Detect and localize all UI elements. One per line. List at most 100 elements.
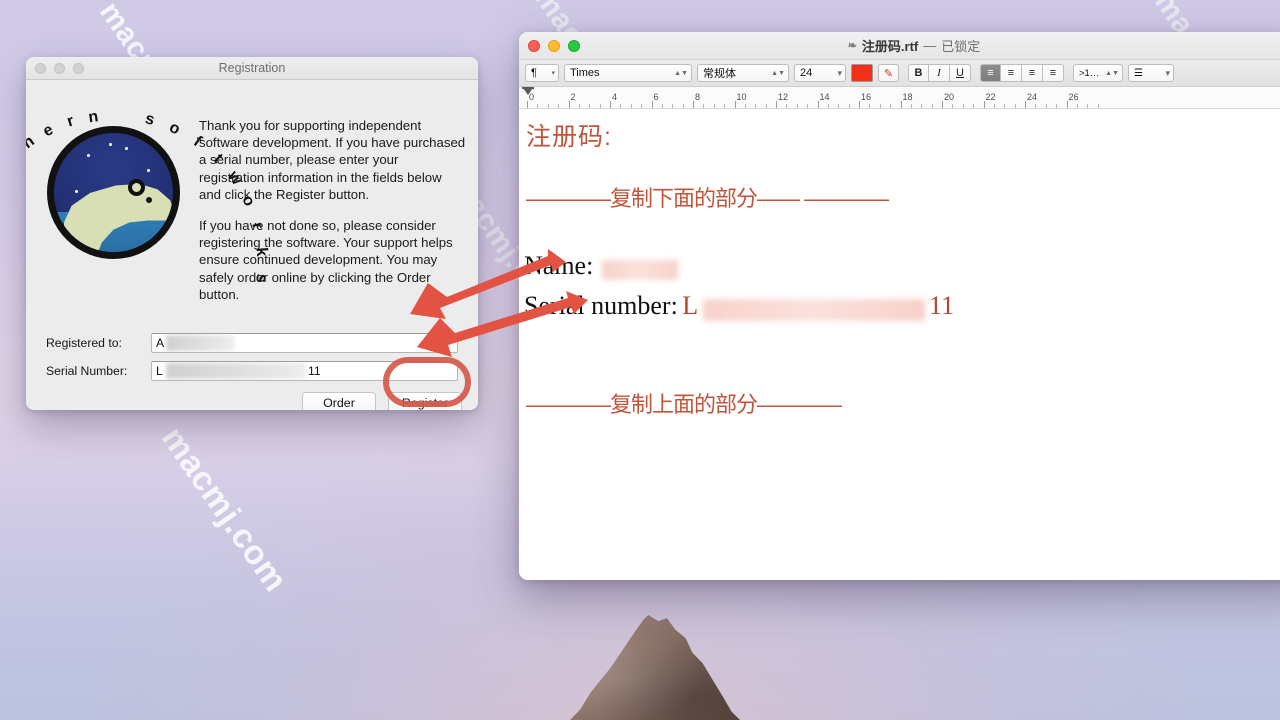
redacted-serial-value — [702, 298, 925, 321]
registered-to-row: Registered to: A — [46, 333, 458, 353]
ruler-tick-major — [1025, 101, 1026, 108]
ruler-tick-minor — [838, 104, 840, 108]
desktop: macmj.com macmj.com macmj.com macmj.com … — [0, 0, 1280, 720]
ruler-tick-label: 20 — [944, 92, 955, 102]
serial-number-input[interactable]: L 11 — [151, 361, 458, 381]
logo-letter: s — [143, 110, 157, 130]
ruler-tick-minor — [1087, 104, 1089, 108]
ruler-tick-major — [776, 101, 777, 108]
ruler-tick-minor — [755, 104, 757, 108]
ruler-tick-minor — [807, 104, 809, 108]
doc-separator-top: ————复制下面的部分—— ———— — [526, 186, 889, 211]
font-family-popup[interactable]: Times ▲▼ — [564, 64, 692, 82]
doc-serial-prefix: L — [682, 291, 699, 320]
ruler-tick-minor — [1076, 104, 1078, 108]
stepper-icon: ▲▼ — [674, 69, 688, 77]
ruler-tick-minor — [962, 104, 964, 108]
serial-number-label: Serial Number: — [46, 364, 128, 378]
align-center-button[interactable]: ≡ — [1001, 64, 1022, 82]
paragraph-icon: ¶ — [531, 67, 537, 79]
ruler-tick-minor — [921, 104, 923, 108]
registration-titlebar[interactable]: Registration — [26, 57, 478, 80]
registered-to-input[interactable]: A — [151, 333, 458, 353]
title-separator: — — [923, 38, 937, 53]
ruler-tick-minor — [641, 104, 643, 108]
doc-serial-suffix: 11 — [929, 291, 955, 320]
chevron-down-icon: ▾ — [551, 69, 555, 77]
ruler-tick-minor — [703, 104, 705, 108]
document-icon: ❧ — [847, 40, 857, 52]
ruler-tick-label: 22 — [985, 92, 996, 102]
ruler-tick-minor — [620, 104, 622, 108]
chevron-down-icon: ▾ — [1165, 67, 1170, 78]
ruler-tick-minor — [869, 104, 871, 108]
document-page[interactable]: 注册码: ————复制下面的部分—— ———— Name: Serial num… — [519, 109, 1280, 580]
list-popup[interactable]: ☰ ▾ — [1128, 64, 1174, 82]
ruler-tick-minor — [786, 104, 788, 108]
ruler-tick-minor — [599, 104, 601, 108]
ruler-tick-minor — [558, 104, 560, 108]
ruler-tick-label: 12 — [778, 92, 789, 102]
underline-button[interactable]: U — [950, 64, 971, 82]
highlight-icon[interactable]: ✎ — [878, 64, 899, 82]
registration-body-text: Thank you for supporting independent sof… — [199, 117, 467, 303]
ruler-tick-label: 8 — [695, 92, 701, 102]
ruler-tick-major — [651, 101, 653, 108]
ruler-tick-major — [527, 101, 528, 108]
ruler-tick-minor — [890, 104, 892, 108]
bear-ear — [128, 179, 145, 196]
ruler-tick-label: 24 — [1027, 92, 1038, 102]
ruler-tick-minor — [744, 104, 746, 108]
ruler-tick-minor — [848, 104, 850, 108]
stepper-icon: ▲▼ — [771, 69, 785, 77]
font-style-popup[interactable]: 常规体 ▲▼ — [697, 64, 789, 82]
ruler-tick-minor — [547, 104, 549, 108]
ruler-tick-minor — [661, 104, 663, 108]
registration-paragraph-1: Thank you for supporting independent sof… — [199, 118, 466, 202]
textedit-titlebar[interactable]: ❧ 注册码.rtf — 已锁定 — [519, 32, 1280, 60]
wallpaper-rock — [570, 615, 740, 720]
doc-name-line: Name: — [524, 251, 678, 281]
logo-circle — [47, 126, 180, 259]
paragraph-style-popup[interactable]: ¶ ▾ — [525, 64, 559, 82]
ruler-tick-minor — [796, 104, 798, 108]
textedit-window[interactable]: ❧ 注册码.rtf — 已锁定 ¶ ▾ Times ▲▼ 常规体 ▲▼ 24 ▾ — [519, 32, 1280, 580]
ruler-tick-minor — [724, 104, 726, 108]
ruler-tick-label: 6 — [653, 92, 659, 102]
ruler-tick-major — [817, 101, 819, 108]
ruler-tick-major — [1066, 101, 1068, 108]
serial-number-row: Serial Number: L 11 — [46, 361, 458, 381]
ruler-tick-label: 16 — [861, 92, 872, 102]
ruler-tick-minor — [713, 104, 715, 108]
ruler-tick-major — [734, 101, 736, 108]
align-justify-button[interactable]: ≡ — [1043, 64, 1064, 82]
line-spacing-popup[interactable]: >1… ▲▼ — [1073, 64, 1123, 82]
font-size-value: 24 — [800, 67, 813, 79]
textedit-toolbar[interactable]: ¶ ▾ Times ▲▼ 常规体 ▲▼ 24 ▾ ✎ B I U ≡ ≡ ≡ ≡… — [519, 60, 1280, 87]
bold-button[interactable]: B — [908, 64, 929, 82]
ruler-tick-minor — [1045, 104, 1047, 108]
register-button[interactable]: Register — [388, 392, 462, 410]
order-button[interactable]: Order — [302, 392, 376, 410]
font-style-value: 常规体 — [703, 68, 736, 80]
bear-eye — [146, 197, 152, 203]
redacted-serial-number — [166, 363, 306, 379]
ruler-tick-minor — [1004, 104, 1006, 108]
stepper-icon: ▲▼ — [1105, 69, 1119, 77]
registration-window[interactable]: Registration northern soft — [26, 57, 478, 410]
doc-heading: 注册码: — [526, 123, 612, 151]
ruler-tick-minor — [630, 104, 632, 108]
ruler-tick-label: 10 — [736, 92, 747, 102]
registration-title: Registration — [218, 61, 286, 75]
ruler-tick-minor — [879, 104, 881, 108]
ruler-tick-minor — [931, 104, 933, 108]
ruler-tick-minor — [672, 104, 674, 108]
text-color-swatch[interactable] — [851, 64, 873, 82]
align-left-button[interactable]: ≡ — [980, 64, 1001, 82]
textedit-ruler[interactable]: 0 2 4 6 8 10 12 14 16 18 20 22 24 26 — [519, 87, 1280, 109]
ruler-tick-label: 2 — [570, 92, 576, 102]
italic-button[interactable]: I — [929, 64, 950, 82]
font-size-popup[interactable]: 24 ▾ — [794, 64, 846, 82]
logo-letter: h — [26, 133, 38, 153]
align-right-button[interactable]: ≡ — [1022, 64, 1043, 82]
